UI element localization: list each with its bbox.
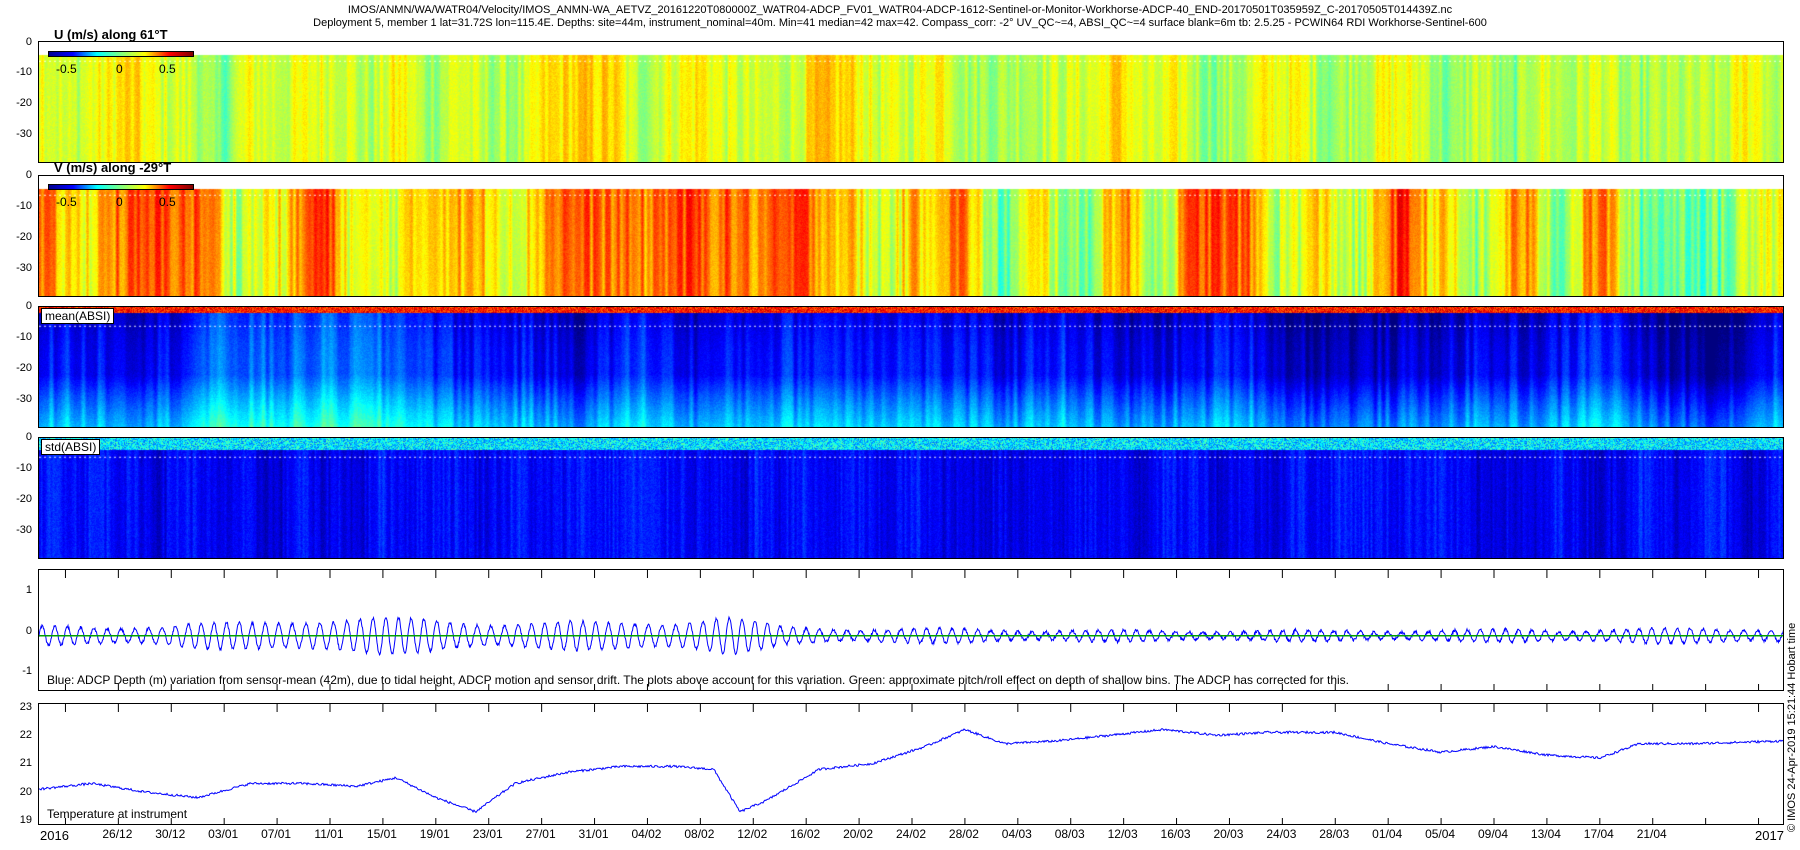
std-absi-panel: std(ABSI) [38,437,1784,559]
std-absi-heatmap [39,438,1783,558]
x-tick-label: 19/01 [419,827,450,841]
u-colorbar [48,51,194,57]
depth-tick: -30 [16,128,32,140]
x-tick-label: 15/01 [366,827,397,841]
depth-tick: -20 [16,362,32,374]
x-tick-label: 01/04 [1372,827,1403,841]
depth-variation-note: Blue: ADCP Depth (m) variation from sens… [47,673,1349,687]
x-tick-label: 16/02 [790,827,821,841]
temperature-line [39,727,1783,814]
u-velocity-panel [38,41,1784,163]
header-line-1: IMOS/ANMN/WA/WATR04/Velocity/IMOS_ANMN-W… [347,4,1453,16]
x-tick-label: 04/03 [1001,827,1032,841]
depth-tick: -30 [16,262,32,274]
x-tick-label: 20/02 [843,827,874,841]
header-line-2: Deployment 5, member 1 lat=31.72S lon=11… [313,17,1487,29]
x-tick-label: 24/03 [1266,827,1297,841]
mean-absi-panel: mean(ABSI) [38,306,1784,428]
x-tick-label: 12/02 [737,827,768,841]
depth-tick: -30 [16,393,32,405]
x-tick-label: 11/01 [314,827,344,841]
x-tick-label: 05/04 [1425,827,1456,841]
depth-variation-ytick: -1 [22,665,32,677]
depth-tick: -10 [16,200,32,212]
depth-variation-panel: Blue: ADCP Depth (m) variation from sens… [38,569,1784,691]
u-velocity-title: U (m/s) along 61°T [54,27,168,42]
depth-tick: 0 [25,431,32,443]
depth-tick: -20 [16,493,32,505]
depth-tick: -10 [16,462,32,474]
x-tick-label: 09/04 [1477,827,1509,841]
x-tick-label: 16/03 [1160,827,1191,841]
depth-tick: -20 [16,97,32,109]
v-colorbar-tick: 0.5 [159,195,176,209]
depth-tick: -10 [16,331,32,343]
std-absi-label: std(ABSI) [41,439,101,455]
depth-tick: 0 [25,169,32,181]
depth-tick: -20 [16,231,32,243]
u-velocity-heatmap [39,42,1783,162]
x-tick-label: 30/12 [155,827,186,841]
x-tick-label: 28/03 [1319,827,1350,841]
temperature-ytick: 19 [19,814,32,826]
depth-tick: -10 [16,66,32,78]
figure-header: IMOS/ANMN/WA/WATR04/Velocity/IMOS_ANMN-W… [0,4,1800,30]
v-colorbar [48,184,194,190]
x-tick-label: 12/03 [1107,827,1138,841]
temperature-note: Temperature at instrument [47,807,188,821]
x-tick-label: 24/02 [895,827,927,841]
depth-tick: 0 [25,36,32,48]
x-tick-label: 27/01 [525,827,556,841]
u-colorbar-tick: 0 [116,62,123,76]
x-tick-label: 21/04 [1636,827,1667,841]
depth-tick: -30 [16,524,32,536]
v-colorbar-tick: 0 [116,195,123,209]
v-colorbar-tick: -0.5 [56,195,77,209]
x-tick-label: 08/03 [1054,827,1085,841]
u-colorbar-tick: -0.5 [56,62,77,76]
year-start-label: 2016 [40,828,69,843]
x-tick-label: 07/01 [261,827,292,841]
temperature-ytick: 22 [19,729,32,741]
temperature-ytick: 21 [19,757,32,769]
year-end-label: 2017 [1755,828,1784,843]
temperature-ytick: 23 [19,701,32,713]
x-tick-label: 23/01 [472,827,503,841]
v-velocity-title: V (m/s) along -29°T [54,160,172,175]
x-tick-label: 13/04 [1530,827,1561,841]
depth-variation-ytick: 0 [25,625,32,637]
x-tick-label: 31/01 [578,827,609,841]
u-colorbar-tick: 0.5 [159,62,176,76]
temperature-panel: Temperature at instrument [38,703,1784,825]
x-tick-label: 20/03 [1213,827,1244,841]
x-tick-label: 17/04 [1583,827,1614,841]
x-tick-label: 04/02 [631,827,662,841]
depth-tick: 0 [25,300,32,312]
x-tick-label: 26/12 [102,827,133,841]
x-tick-label: 08/02 [684,827,715,841]
temperature-plot [39,704,1783,824]
x-tick-label: 03/01 [208,827,239,841]
depth-variation-ytick: 1 [25,584,32,596]
temperature-ytick: 20 [19,786,32,798]
copyright-note: © IMOS 24-Apr-2019 15:21:44 Hobart time [1786,622,1798,832]
v-velocity-heatmap [39,176,1783,296]
mean-absi-heatmap [39,307,1783,427]
x-tick-label: 28/02 [948,827,979,841]
v-velocity-panel [38,175,1784,297]
mean-absi-label: mean(ABSI) [41,308,115,324]
